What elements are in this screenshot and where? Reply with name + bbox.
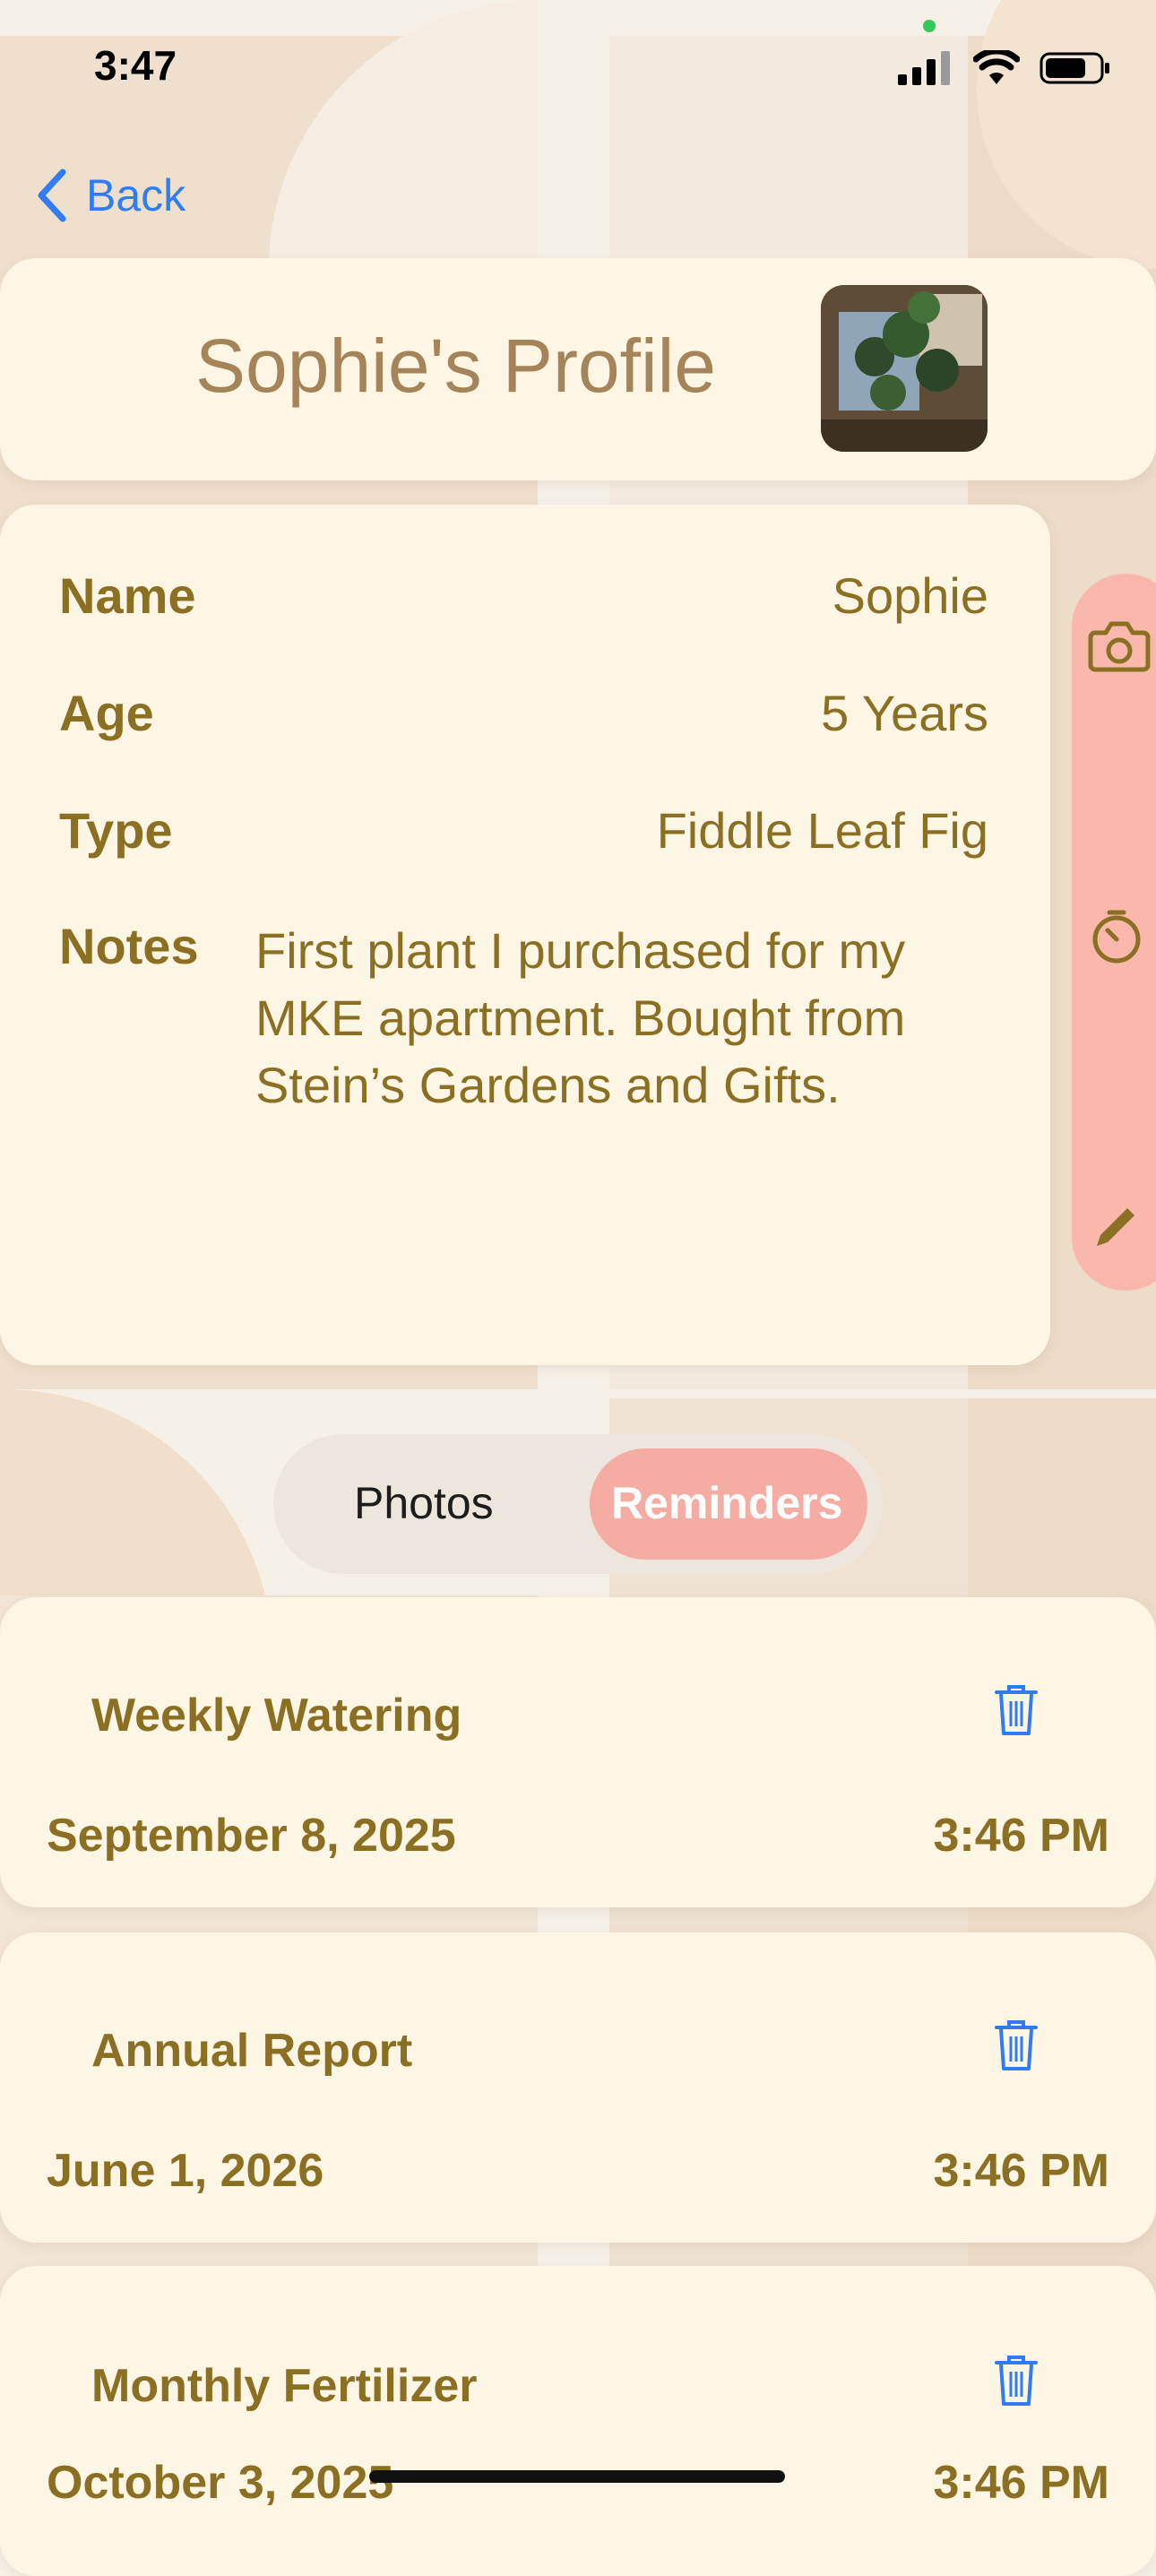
battery-icon (1040, 52, 1109, 84)
reminder-date: June 1, 2026 (47, 2145, 324, 2197)
chevron-left-icon (38, 169, 66, 222)
notes-value: First plant I purchased for my MKE apart… (255, 922, 906, 1113)
name-value: Sophie (832, 567, 988, 624)
trash-icon (995, 2020, 1038, 2070)
edit-button[interactable] (1091, 1201, 1142, 1256)
page-title: Sophie's Profile (195, 324, 717, 408)
camera-button[interactable] (1088, 618, 1151, 677)
home-indicator[interactable] (369, 2470, 785, 2483)
reminder-title: Monthly Fertilizer (91, 2360, 478, 2412)
reminder-time: 3:46 PM (933, 2457, 1109, 2509)
timer-button[interactable] (1090, 907, 1143, 969)
back-label: Back (86, 170, 186, 220)
tab-reminders-label: Reminders (611, 1478, 843, 1528)
trash-icon (995, 1685, 1038, 1735)
status-time: 3:47 (94, 42, 177, 89)
delete-reminder-button[interactable] (993, 1683, 1040, 1742)
camera-icon (1088, 621, 1151, 672)
trash-icon (995, 2356, 1038, 2406)
cellular-signal-icon (898, 51, 950, 85)
pencil-icon (1097, 1208, 1134, 1246)
name-label: Name (59, 567, 196, 624)
reminder-title: Annual Report (91, 2025, 413, 2077)
status-icons (898, 50, 1111, 86)
type-label: Type (59, 802, 173, 859)
delete-reminder-button[interactable] (993, 2018, 1040, 2077)
reminder-time: 3:46 PM (933, 2145, 1109, 2197)
age-value: 5 Years (821, 685, 988, 741)
reminder-title: Weekly Watering (91, 1690, 462, 1742)
plant-photo-thumbnail[interactable] (821, 285, 988, 452)
privacy-indicator-dot (923, 20, 936, 32)
type-value: Fiddle Leaf Fig (656, 802, 988, 859)
timer-icon (1092, 910, 1141, 964)
plant-photo-image (821, 285, 988, 452)
reminder-date: September 8, 2025 (47, 1810, 456, 1862)
wifi-icon (973, 50, 1020, 84)
back-button[interactable]: Back (36, 169, 185, 222)
notes-label: Notes (59, 918, 199, 974)
reminder-card[interactable] (0, 2266, 1156, 2576)
age-label: Age (59, 685, 154, 741)
delete-reminder-button[interactable] (993, 2354, 1040, 2412)
tab-photos[interactable]: Photos (354, 1477, 494, 1529)
reminder-time: 3:46 PM (933, 1810, 1109, 1862)
reminder-date: October 3, 2025 (47, 2457, 394, 2509)
